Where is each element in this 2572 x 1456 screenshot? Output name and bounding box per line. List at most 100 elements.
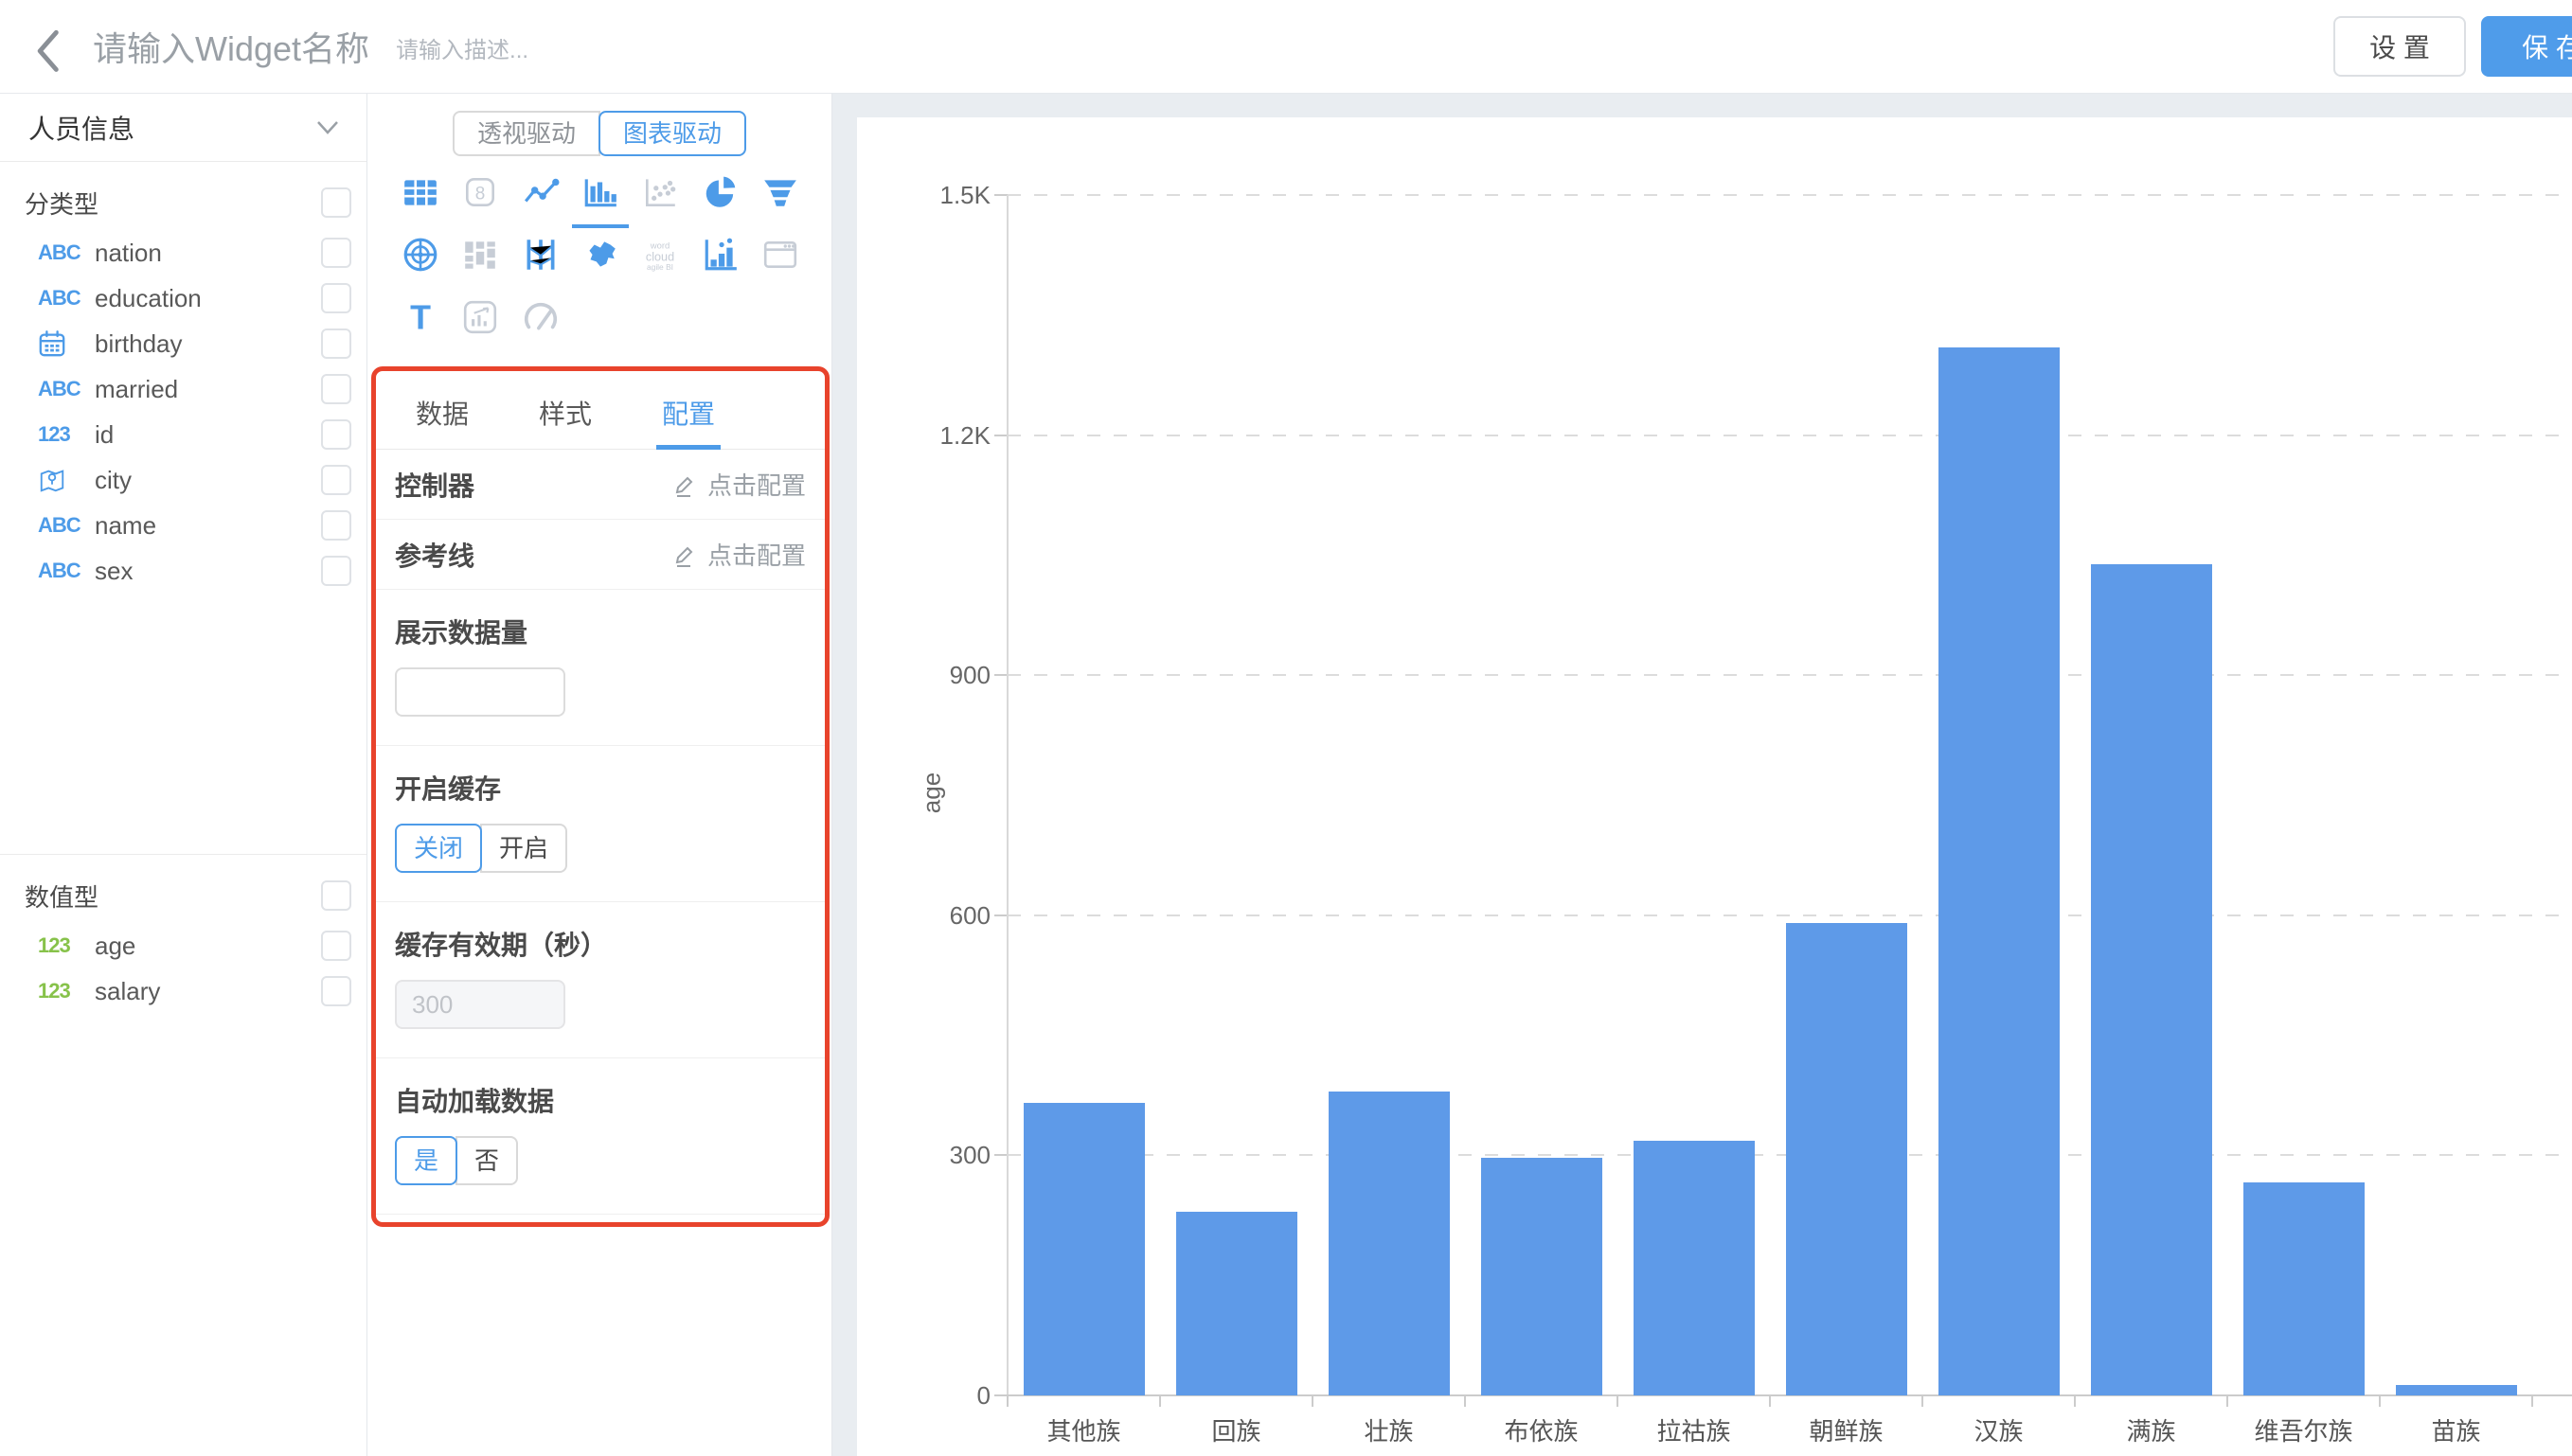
y-axis-tick-label: 900: [848, 656, 991, 694]
cache-ttl-label: 缓存有效期（秒）: [395, 925, 806, 963]
cache-group: 开启缓存 关闭开启: [376, 746, 825, 902]
x-axis-tick: [1769, 1395, 1771, 1407]
chart-bar-维吾尔族: [2243, 1182, 2365, 1395]
x-axis-label: 满族: [2075, 1412, 2227, 1447]
option-透视驱动[interactable]: 透视驱动: [453, 111, 600, 156]
sankey-chart-type-icon[interactable]: [459, 236, 501, 277]
field-education[interactable]: ABCeducation: [0, 275, 366, 321]
reference-line-label: 参考线: [395, 536, 474, 574]
field-name: salary: [95, 977, 321, 1006]
display-count-label: 展示数据量: [395, 613, 806, 650]
field-name: nation: [95, 239, 321, 268]
field-nation[interactable]: ABCnation: [0, 230, 366, 275]
tab-配置[interactable]: 配置: [656, 386, 721, 450]
x-axis-tick: [1007, 1395, 1009, 1407]
number-card-chart-type-icon[interactable]: 8: [459, 173, 501, 215]
cache-label: 开启缓存: [395, 769, 806, 807]
x-axis-label: 朝鲜族: [1770, 1412, 1922, 1447]
section-checkbox[interactable]: [321, 880, 351, 911]
option-否[interactable]: 否: [455, 1136, 518, 1185]
field-checkbox[interactable]: [321, 465, 351, 495]
controller-configure-link[interactable]: 点击配置: [673, 467, 806, 502]
field-married[interactable]: ABCmarried: [0, 366, 366, 412]
abc-field-icon: ABC: [38, 559, 95, 583]
pie-chart-type-icon[interactable]: [700, 173, 741, 215]
pencil-icon: [673, 542, 698, 567]
scatter-chart-type-icon[interactable]: [639, 173, 681, 215]
123-field-icon: 123: [38, 979, 95, 1003]
word-cloud-chart-type-icon[interactable]: wordcloudagile BI: [639, 236, 681, 277]
field-city[interactable]: city: [0, 457, 366, 503]
field-checkbox[interactable]: [321, 238, 351, 268]
reference-line-configure-link[interactable]: 点击配置: [673, 537, 806, 572]
cache-ttl-input[interactable]: [395, 980, 565, 1029]
table-chart-type-icon[interactable]: [400, 173, 441, 215]
dual-axis-chart-type-icon[interactable]: [700, 236, 741, 277]
dataset-name: 人员信息: [28, 109, 315, 147]
rich-text-chart-type-icon[interactable]: [459, 298, 501, 340]
y-axis-tick: [994, 194, 1008, 196]
display-count-group: 展示数据量: [376, 590, 825, 746]
abc-field-icon: ABC: [38, 513, 95, 538]
widget-title-field[interactable]: 请输入Widget名称: [93, 22, 369, 71]
field-checkbox[interactable]: [321, 419, 351, 450]
gridline: [1008, 914, 2572, 916]
header: 请输入Widget名称 设 置 保 存: [0, 0, 2572, 94]
parallel-chart-type-icon[interactable]: [520, 236, 562, 277]
x-axis-tick: [2226, 1395, 2228, 1407]
field-checkbox[interactable]: [321, 374, 351, 404]
field-name: city: [95, 466, 321, 495]
field-section-label: 分类型: [25, 186, 321, 221]
bar-chart-chart-type-icon[interactable]: [580, 173, 621, 215]
radar-chart-type-icon[interactable]: [400, 236, 441, 277]
field-checkbox[interactable]: [321, 510, 351, 541]
option-图表驱动[interactable]: 图表驱动: [598, 111, 746, 156]
field-section-label: 数值型: [25, 879, 321, 914]
funnel-chart-type-icon[interactable]: [759, 173, 801, 215]
field-sex[interactable]: ABCsex: [0, 548, 366, 594]
field-birthday[interactable]: birthday: [0, 321, 366, 366]
field-checkbox[interactable]: [321, 328, 351, 359]
display-count-input[interactable]: [395, 667, 565, 717]
china-map-chart-type-icon[interactable]: [580, 236, 621, 277]
y-axis-tick-label: 1.2K: [848, 417, 991, 454]
field-checkbox[interactable]: [321, 976, 351, 1006]
line-chart-chart-type-icon[interactable]: [520, 173, 562, 215]
field-checkbox[interactable]: [321, 931, 351, 961]
chart: 03006009001.2K1.5K其他族回族壮族布依族拉祜族朝鲜族汉族满族维吾…: [857, 117, 2572, 1456]
field-name: id: [95, 420, 321, 450]
back-icon[interactable]: [28, 26, 70, 67]
reference-line-row: 参考线 点击配置: [376, 520, 825, 590]
field-checkbox[interactable]: [321, 283, 351, 313]
pencil-icon: [673, 472, 698, 497]
abc-field-icon: ABC: [38, 377, 95, 401]
chart-preview-card: 03006009001.2K1.5K其他族回族壮族布依族拉祜族朝鲜族汉族满族维吾…: [857, 117, 2572, 1456]
field-age[interactable]: 123age: [0, 923, 366, 968]
x-axis-label: 其他族: [1008, 1412, 1160, 1447]
option-开启[interactable]: 开启: [480, 824, 567, 873]
field-name[interactable]: ABCname: [0, 503, 366, 548]
gridline: [1008, 435, 2572, 436]
x-axis-tick: [1312, 1395, 1313, 1407]
field-section-header: 数值型: [0, 868, 366, 923]
option-关闭[interactable]: 关闭: [395, 824, 482, 873]
tab-样式[interactable]: 样式: [533, 386, 598, 450]
section-checkbox[interactable]: [321, 187, 351, 218]
cache-toggle: 关闭开启: [395, 824, 567, 873]
field-name: age: [95, 932, 321, 961]
widget-description-input[interactable]: [396, 38, 642, 64]
gauge-chart-type-icon[interactable]: [520, 298, 562, 340]
chevron-down-icon: [315, 118, 340, 137]
tab-数据[interactable]: 数据: [410, 386, 474, 450]
save-button[interactable]: 保 存: [2481, 16, 2572, 77]
settings-button[interactable]: 设 置: [2333, 16, 2466, 77]
text-chart-type-icon[interactable]: T: [400, 298, 441, 340]
field-salary[interactable]: 123salary: [0, 968, 366, 1014]
option-是[interactable]: 是: [395, 1136, 457, 1185]
dataset-selector[interactable]: 人员信息: [0, 94, 366, 162]
main: 人员信息 分类型ABCnationABCeducationbirthdayABC…: [0, 94, 2572, 1456]
field-name: birthday: [95, 329, 321, 359]
iframe-chart-type-icon[interactable]: [759, 236, 801, 277]
field-id[interactable]: 123id: [0, 412, 366, 457]
field-checkbox[interactable]: [321, 556, 351, 586]
